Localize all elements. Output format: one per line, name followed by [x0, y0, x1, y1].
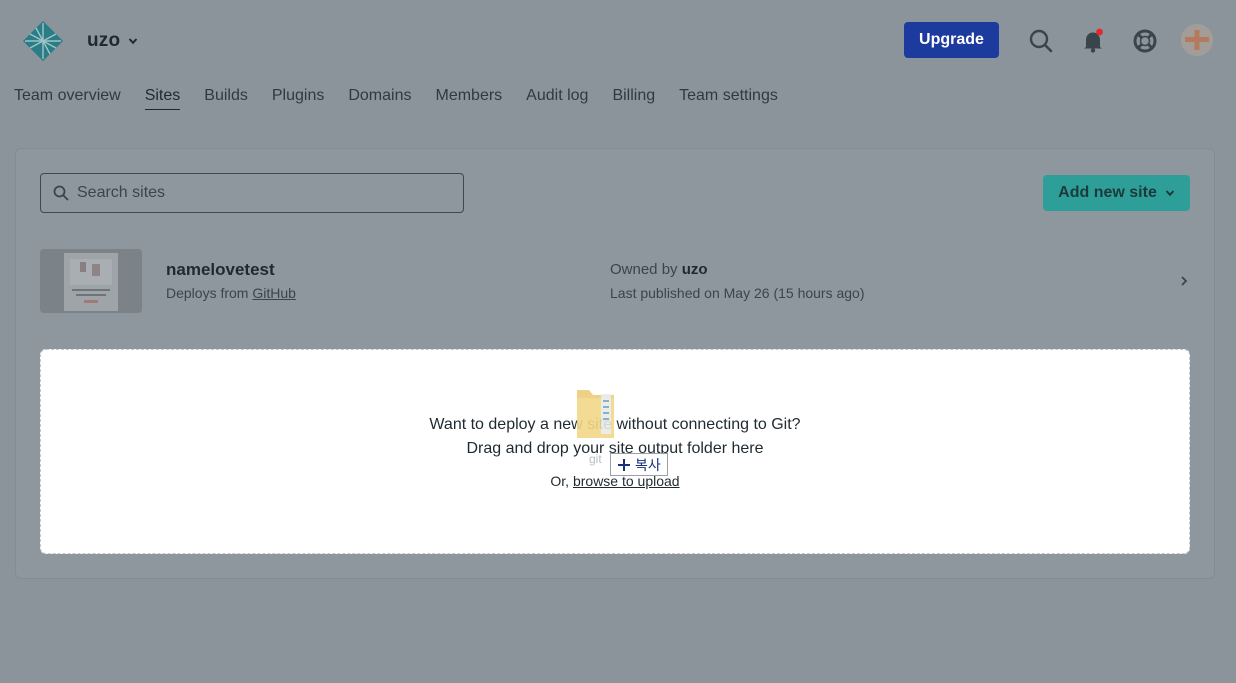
deploys-from-prefix: Deploys from — [166, 285, 253, 301]
chevron-right-icon — [1181, 276, 1188, 286]
chevron-down-icon — [1165, 190, 1175, 197]
chevron-down-icon — [129, 38, 138, 45]
add-new-site-button[interactable]: Add new site — [1043, 175, 1190, 211]
deploy-dropzone[interactable]: Want to deploy a new site without connec… — [40, 349, 1190, 554]
help-lifebuoy-icon[interactable] — [1131, 27, 1159, 55]
dragged-folder-icon — [577, 390, 614, 438]
drag-ghost-label: git — [589, 452, 602, 466]
search-icon — [53, 185, 69, 201]
browse-prefix: Or, — [550, 473, 573, 489]
tab-members[interactable]: Members — [435, 85, 502, 110]
bell-icon[interactable] — [1080, 27, 1108, 55]
plus-icon — [618, 458, 630, 471]
site-owner: Owned by uzo — [610, 261, 708, 278]
owner-name: uzo — [681, 261, 708, 278]
tab-team-settings[interactable]: Team settings — [679, 85, 778, 110]
tab-billing[interactable]: Billing — [612, 85, 655, 110]
search-sites-input[interactable] — [77, 184, 463, 202]
copy-label: 복사 — [635, 456, 661, 473]
search-icon[interactable] — [1027, 27, 1055, 55]
notification-dot — [1096, 28, 1103, 36]
search-sites-field[interactable] — [40, 173, 464, 213]
github-link[interactable]: GitHub — [252, 285, 296, 301]
add-new-site-label: Add new site — [1058, 184, 1157, 201]
drag-copy-tooltip: 복사 — [610, 453, 668, 476]
site-thumbnail — [40, 249, 142, 313]
team-switcher[interactable]: uzo — [87, 30, 138, 52]
tab-audit-log[interactable]: Audit log — [526, 85, 588, 110]
site-preview-image — [40, 249, 142, 313]
tab-team-overview[interactable]: Team overview — [14, 85, 121, 110]
upgrade-button[interactable]: Upgrade — [904, 22, 999, 58]
team-nav: Team overview Sites Builds Plugins Domai… — [14, 85, 802, 110]
tab-sites[interactable]: Sites — [144, 85, 181, 110]
user-avatar[interactable] — [1181, 24, 1213, 56]
last-published: Last published on May 26 (15 hours ago) — [610, 285, 865, 301]
site-deploy-source: Deploys from GitHub — [166, 285, 296, 301]
tab-plugins[interactable]: Plugins — [272, 85, 324, 110]
tab-builds[interactable]: Builds — [204, 85, 248, 110]
owned-by-prefix: Owned by — [610, 261, 682, 278]
top-bar: uzo Upgrade — [0, 0, 1236, 80]
site-list-item[interactable]: namelovetest Deploys from GitHub Owned b… — [40, 249, 1190, 313]
team-name-label: uzo — [87, 30, 121, 51]
avatar-image — [1181, 24, 1213, 56]
site-name[interactable]: namelovetest — [166, 260, 275, 280]
tab-domains[interactable]: Domains — [348, 85, 411, 110]
netlify-logo-icon[interactable] — [22, 20, 64, 62]
